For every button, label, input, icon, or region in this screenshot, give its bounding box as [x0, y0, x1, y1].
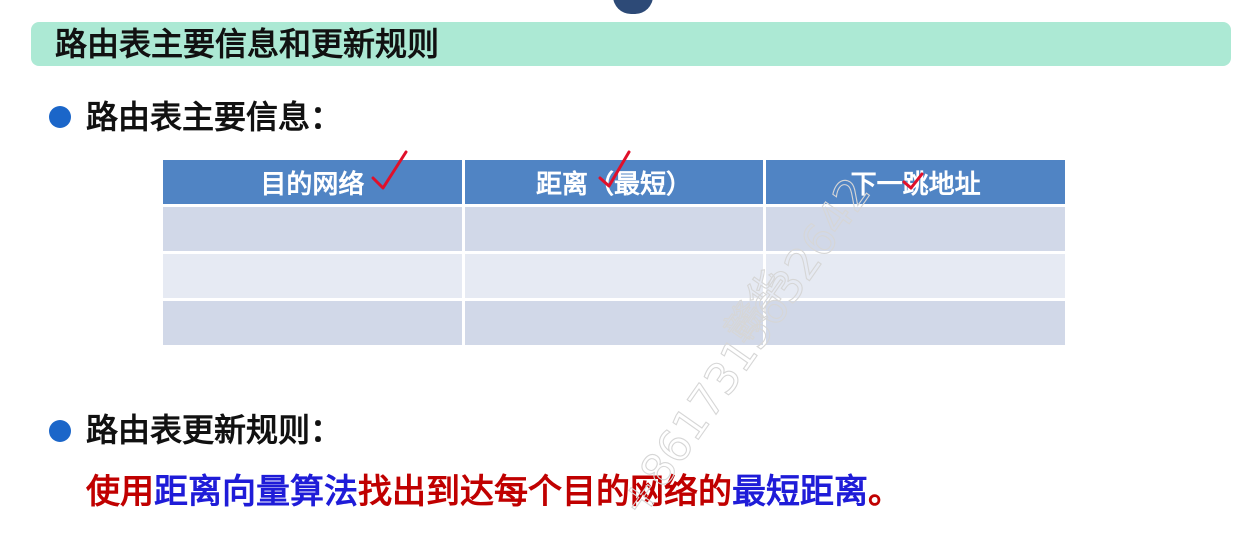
table-row: [160, 251, 1068, 301]
title-bar: 路由表主要信息和更新规则: [31, 22, 1231, 66]
bullet-icon: [49, 106, 71, 128]
table-cell: [763, 251, 1068, 301]
rule-part: 距离向量算法: [154, 472, 358, 512]
section-heading-update-rule: 路由表更新规则：: [86, 411, 343, 449]
table-cell: [461, 251, 767, 301]
table-cell: [763, 298, 1068, 348]
bullet-icon: [49, 420, 71, 442]
column-header-destination: 目的网络: [160, 157, 465, 207]
table-cell: [461, 298, 767, 348]
table-row: [160, 204, 1068, 254]
table-cell: [160, 298, 465, 348]
page-title: 路由表主要信息和更新规则: [55, 25, 440, 63]
table-row: [160, 298, 1068, 348]
checkmark-icon: [902, 172, 924, 190]
table-cell: [461, 204, 767, 254]
rule-part: 使用: [86, 472, 154, 512]
table-cell: [160, 251, 465, 301]
top-decoration: [613, 0, 653, 14]
rule-part: 最短距离: [732, 472, 868, 512]
update-rule-text: 使用距离向量算法找出到达每个目的网络的最短距离。: [86, 472, 902, 512]
rule-part: 。: [868, 472, 902, 512]
checkmark-icon: [598, 150, 631, 188]
section-heading-info: 路由表主要信息：: [86, 98, 343, 136]
checkmark-icon: [371, 150, 408, 190]
table-cell: [160, 204, 465, 254]
rule-part: 找出到达每个目的网络的: [358, 472, 732, 512]
table-cell: [763, 204, 1068, 254]
